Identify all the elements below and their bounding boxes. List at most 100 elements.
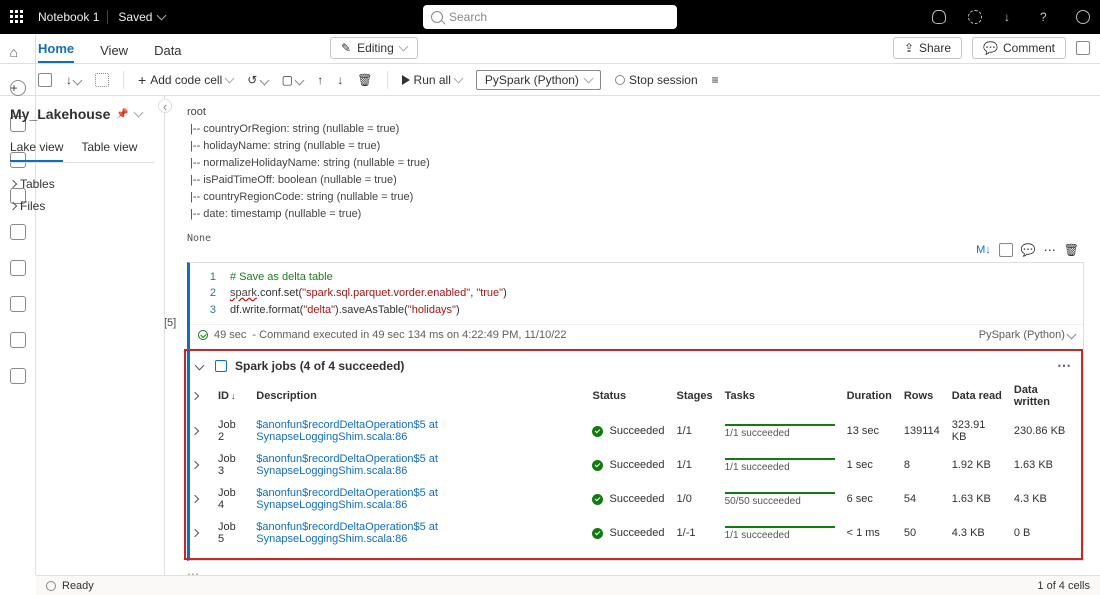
- tab-view[interactable]: View: [100, 43, 128, 63]
- collapse-chevron-icon[interactable]: [195, 361, 205, 371]
- clipboard-icon[interactable]: ▢: [282, 73, 304, 87]
- tree-node-tables[interactable]: Tables: [10, 177, 154, 191]
- expand-row-icon[interactable]: [191, 529, 199, 537]
- share-button[interactable]: ⇪ Share: [893, 37, 962, 59]
- table-view-tab[interactable]: Table view: [81, 140, 137, 162]
- add-code-cell-button[interactable]: + Add code cell: [138, 72, 233, 88]
- expand-row-icon[interactable]: [191, 427, 199, 435]
- success-check-icon: [198, 330, 208, 340]
- success-icon: [592, 494, 603, 505]
- delete-cell-icon[interactable]: 🗑: [1064, 243, 1079, 257]
- job-tasks: 1/1 succeeded: [725, 526, 835, 541]
- col-data-written[interactable]: Data written: [1008, 378, 1081, 414]
- col-rows[interactable]: Rows: [898, 378, 946, 414]
- code-cell[interactable]: [5] M↓ 💬 ⋯ 🗑 123 # Save as delta table s…: [187, 262, 1084, 562]
- job-status: Succeeded: [592, 425, 664, 437]
- help-icon[interactable]: ?: [1040, 10, 1054, 24]
- col-status[interactable]: Status: [586, 378, 670, 414]
- lakehouse-side-panel: ‹ My_Lakehouse 📌 Lake view Table view Ta…: [0, 96, 165, 575]
- add-code-cell-label: Add code cell: [150, 73, 222, 87]
- col-id[interactable]: ID↓: [212, 378, 250, 414]
- move-up-icon[interactable]: ↑: [317, 73, 323, 87]
- table-row[interactable]: Job 3 $anonfun$recordDeltaOperation$5 at…: [186, 448, 1081, 482]
- job-data-written: 1.63 KB: [1008, 448, 1081, 482]
- more-icon[interactable]: ⋯: [1044, 243, 1056, 257]
- comment-button[interactable]: 💬 Comment: [972, 37, 1066, 59]
- settings-icon[interactable]: [95, 73, 109, 87]
- col-stages[interactable]: Stages: [671, 378, 719, 414]
- job-description-link[interactable]: $anonfun$recordDeltaOperation$5 at Synap…: [250, 414, 586, 448]
- chevron-down-icon: [583, 73, 593, 83]
- comment-label: Comment: [1003, 41, 1055, 55]
- chevron-right-icon: [9, 202, 17, 210]
- spark-jobs-panel: Spark jobs (4 of 4 succeeded) ⋯ ID↓ Desc…: [184, 349, 1083, 560]
- table-row[interactable]: Job 2 $anonfun$recordDeltaOperation$5 at…: [186, 414, 1081, 448]
- run-all-button[interactable]: Run all: [402, 73, 462, 87]
- job-description-link[interactable]: $anonfun$recordDeltaOperation$5 at Synap…: [250, 516, 586, 550]
- job-id: Job 2: [212, 414, 250, 448]
- settings-gear-icon[interactable]: [968, 10, 982, 24]
- job-data-written: 4.3 KB: [1008, 482, 1081, 516]
- notebook-name[interactable]: Notebook 1: [38, 10, 99, 24]
- status-bar: Ready 1 of 4 cells: [36, 575, 1100, 595]
- lake-view-tab[interactable]: Lake view: [10, 140, 63, 162]
- table-row[interactable]: Job 4 $anonfun$recordDeltaOperation$5 at…: [186, 482, 1081, 516]
- feedback-smile-icon[interactable]: [1076, 10, 1090, 24]
- table-row[interactable]: Job 5 $anonfun$recordDeltaOperation$5 at…: [186, 516, 1081, 550]
- tree-node-files[interactable]: Files: [10, 199, 154, 213]
- job-data-read: 1.63 KB: [946, 482, 1008, 516]
- language-dropdown[interactable]: PySpark (Python): [476, 70, 601, 90]
- queue-icon[interactable]: ≡: [712, 73, 726, 87]
- output-none: None: [187, 233, 1084, 244]
- col-tasks[interactable]: Tasks: [719, 378, 841, 414]
- markdown-toggle-icon[interactable]: M↓: [976, 244, 991, 256]
- job-tasks: 50/50 succeeded: [725, 492, 835, 507]
- job-description-link[interactable]: $anonfun$recordDeltaOperation$5 at Synap…: [250, 448, 586, 482]
- notifications-icon[interactable]: [932, 10, 946, 24]
- expand-row-icon[interactable]: [191, 461, 199, 469]
- undo-icon[interactable]: ↺: [247, 73, 267, 87]
- success-icon: [592, 460, 603, 471]
- schema-output: root |-- countryOrRegion: string (nullab…: [187, 104, 1084, 223]
- cell-language[interactable]: PySpark (Python): [979, 329, 1075, 341]
- download-icon[interactable]: ↓: [66, 73, 81, 87]
- cell-comment-icon[interactable]: 💬: [1021, 243, 1036, 257]
- tab-home[interactable]: Home: [38, 41, 74, 63]
- stop-session-label: Stop session: [629, 73, 698, 87]
- job-description-link[interactable]: $anonfun$recordDeltaOperation$5 at Synap…: [250, 482, 586, 516]
- download-icon[interactable]: ↓: [1004, 10, 1018, 24]
- col-description[interactable]: Description: [250, 378, 586, 414]
- lakehouse-title[interactable]: My_Lakehouse: [10, 106, 110, 122]
- stop-session-button[interactable]: Stop session: [615, 73, 698, 87]
- stop-icon: [615, 75, 625, 85]
- separator: [123, 71, 124, 89]
- play-icon: [402, 75, 410, 85]
- col-data-read[interactable]: Data read: [946, 378, 1008, 414]
- job-rows: 50: [898, 516, 946, 550]
- save-status[interactable]: Saved: [107, 10, 165, 24]
- saved-label: Saved: [118, 10, 152, 24]
- delete-icon[interactable]: 🗑: [357, 73, 372, 87]
- expand-row-icon[interactable]: [191, 495, 199, 503]
- cell-exec-count: [5]: [165, 317, 176, 329]
- output-toggle-icon[interactable]: [999, 243, 1013, 257]
- more-icon[interactable]: ⋯: [1057, 357, 1071, 374]
- tab-data[interactable]: Data: [154, 43, 181, 63]
- chevron-down-icon[interactable]: [133, 108, 143, 118]
- add-icon[interactable]: +: [10, 80, 26, 96]
- cell-code-text[interactable]: # Save as delta table spark.conf.set("sp…: [230, 269, 1073, 319]
- language-label: PySpark (Python): [485, 73, 579, 87]
- chevron-down-icon: [453, 73, 463, 83]
- global-search[interactable]: Search: [423, 5, 677, 29]
- expand-all-icon[interactable]: [191, 392, 199, 400]
- col-duration[interactable]: Duration: [841, 378, 898, 414]
- pin-icon[interactable]: 📌: [116, 109, 128, 120]
- editing-mode-pill[interactable]: ✎ Editing: [330, 37, 418, 59]
- search-placeholder: Search: [449, 10, 487, 24]
- job-data-written: 0 B: [1008, 516, 1081, 550]
- move-down-icon[interactable]: ↓: [337, 73, 343, 87]
- app-launcher-icon[interactable]: [10, 10, 24, 24]
- save-icon[interactable]: [38, 73, 52, 87]
- user-add-icon[interactable]: [1076, 41, 1090, 55]
- job-status: Succeeded: [592, 459, 664, 471]
